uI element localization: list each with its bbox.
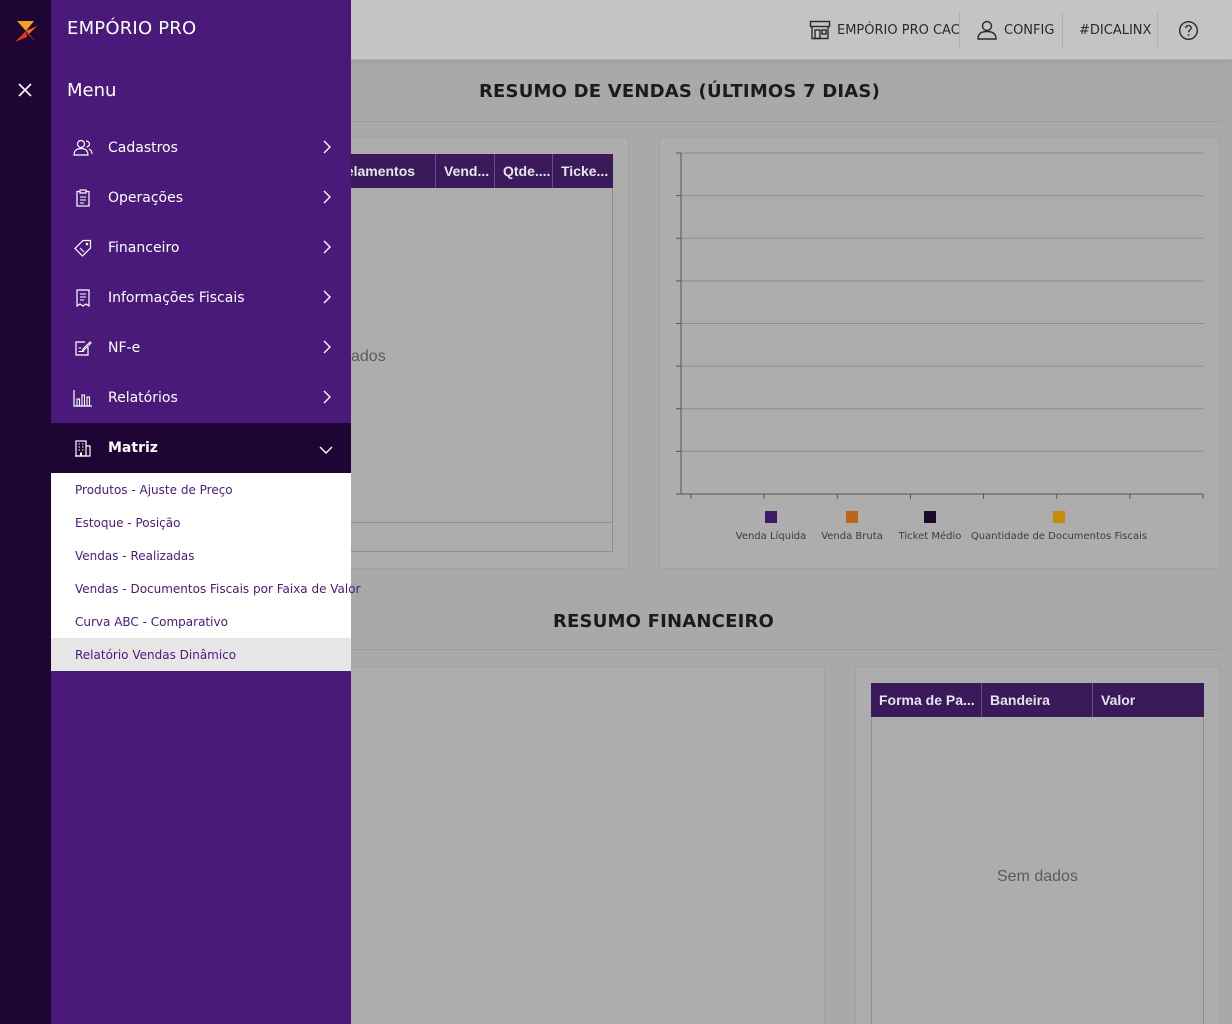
submenu-item[interactable]: Produtos - Ajuste de Preço (51, 473, 351, 506)
sales-table-header: celamentos Vend... Qtde.... Ticke... (330, 154, 613, 188)
legend-swatch (846, 511, 858, 523)
legend-swatch (765, 511, 777, 523)
column-header[interactable]: Qtde.... (495, 154, 553, 188)
legend-label: Venda Líquida (736, 530, 807, 542)
brand-name: EMPÓRIO PRO (67, 18, 197, 39)
matriz-submenu: Produtos - Ajuste de Preço Estoque - Pos… (51, 473, 361, 671)
sales-summary-title: RESUMO DE VENDAS (ÚLTIMOS 7 DIAS) (479, 81, 881, 102)
financial-chart-panel (330, 666, 825, 1024)
legend-label: Quantidade de Documentos Fiscais (971, 531, 1147, 542)
column-header[interactable]: Bandeira (982, 683, 1093, 717)
column-header[interactable]: Forma de Pa... (871, 683, 982, 717)
column-header[interactable]: Valor (1093, 683, 1204, 717)
app-logo-icon[interactable] (13, 18, 39, 49)
menu-item-informacoes-fiscais[interactable]: Informações Fiscais (51, 273, 351, 323)
chevron-right-icon (323, 240, 331, 258)
menu-title: Menu (67, 80, 117, 101)
tag-icon (73, 238, 93, 258)
submenu-item[interactable]: Estoque - Posição (51, 506, 351, 539)
submenu-item[interactable]: Vendas - Realizadas (51, 539, 351, 572)
menu-item-operacoes[interactable]: Operações (51, 173, 351, 223)
legend-label: Ticket Médio (898, 530, 962, 542)
edit-document-icon (73, 338, 93, 358)
close-menu-button[interactable] (13, 80, 37, 104)
column-header[interactable]: Ticke... (553, 154, 613, 188)
store-selector[interactable]: EMPÓRIO PRO CAC (809, 0, 960, 60)
menu-item-label: Relatórios (108, 390, 178, 406)
user-icon (976, 20, 998, 40)
submenu-item[interactable]: Curva ABC - Comparativo (51, 605, 351, 638)
left-rail (0, 0, 51, 1024)
topbar-divider (1157, 12, 1158, 48)
submenu-item[interactable]: Vendas - Documentos Fiscais por Faixa de… (51, 572, 361, 605)
menu-item-nfe[interactable]: NF-e (51, 323, 351, 373)
store-icon (809, 20, 831, 40)
close-icon (18, 82, 32, 102)
topbar-divider (959, 12, 960, 48)
menu-item-label: Informações Fiscais (108, 290, 245, 306)
chevron-down-icon (319, 442, 333, 458)
chevron-right-icon (323, 340, 331, 358)
chevron-right-icon (323, 140, 331, 158)
tip-link[interactable]: #DICALINX (1079, 0, 1151, 60)
bar-chart-icon (73, 388, 93, 408)
help-button[interactable] (1178, 0, 1199, 60)
chevron-right-icon (323, 290, 331, 308)
menu-item-label: Matriz (108, 440, 158, 456)
menu-item-label: Financeiro (108, 240, 180, 256)
legend-swatch (1053, 511, 1065, 523)
users-icon (73, 138, 93, 158)
menu-item-label: Cadastros (108, 140, 178, 156)
store-label: EMPÓRIO PRO CAC (837, 22, 960, 38)
menu-item-cadastros[interactable]: Cadastros (51, 123, 351, 173)
config-button[interactable]: CONFIG (976, 0, 1054, 60)
section-divider (351, 121, 1220, 122)
help-icon (1178, 20, 1199, 41)
menu-list: Cadastros Operações Financeiro Informaçõ… (51, 123, 361, 671)
menu-item-label: NF-e (108, 340, 141, 356)
clipboard-icon (73, 188, 93, 208)
topbar-divider (1062, 12, 1063, 48)
menu-item-financeiro[interactable]: Financeiro (51, 223, 351, 273)
section-divider (351, 649, 1220, 650)
chevron-right-icon (323, 190, 331, 208)
config-label: CONFIG (1004, 22, 1055, 38)
table-footer-divider (331, 522, 612, 523)
empty-state-text: Sem dados (997, 868, 1078, 885)
submenu-item-hovered[interactable]: Relatório Vendas Dinâmico (51, 638, 351, 671)
legend-label: Venda Bruta (821, 531, 883, 542)
chevron-right-icon (323, 390, 331, 408)
sales-chart: Venda Líquida Venda Bruta Ticket Médio Quan… (676, 152, 1204, 542)
financial-table-header: Forma de Pa... Bandeira Valor (871, 683, 1204, 717)
legend-swatch (924, 511, 936, 523)
column-header[interactable]: Vend... (436, 154, 495, 188)
empty-state-text: ados (351, 348, 386, 365)
tip-label: #DICALINX (1079, 22, 1152, 38)
menu-item-label: Operações (108, 190, 184, 206)
sales-table-body (330, 188, 613, 552)
menu-item-matriz[interactable]: Matriz (51, 423, 351, 473)
side-drawer: EMPÓRIO PRO Menu Cadastros Operações Fin… (51, 0, 361, 1024)
financial-summary-title: RESUMO FINANCEIRO (553, 611, 775, 632)
menu-item-relatorios[interactable]: Relatórios (51, 373, 351, 423)
receipt-icon (73, 288, 93, 308)
building-icon (73, 438, 93, 458)
